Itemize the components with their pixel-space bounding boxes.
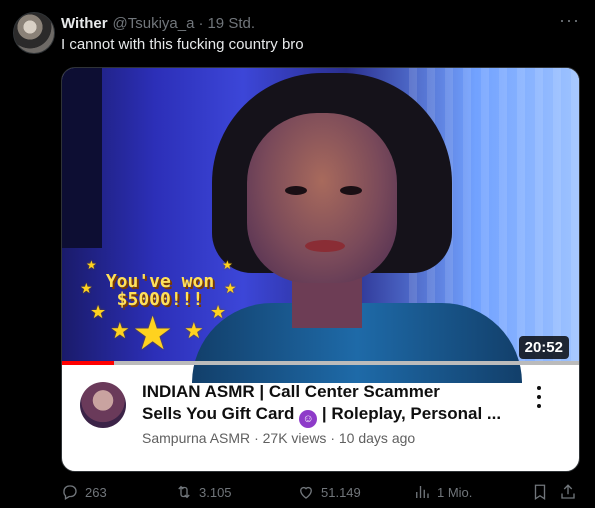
reply-icon [63, 485, 77, 500]
bookmark-button[interactable] [531, 483, 549, 501]
reply-count: 263 [85, 484, 107, 500]
meta-separator: · [254, 430, 259, 446]
tweet-text: I cannot with this fucking country bro [61, 36, 304, 53]
display-name[interactable]: Wither [61, 15, 108, 32]
like-button[interactable]: 51.149 [297, 483, 361, 501]
star-icon: ★ [80, 280, 93, 296]
thumbnail-lips [305, 240, 345, 252]
tweet-time[interactable]: 19 Std. [207, 15, 255, 32]
star-icon: ★ [110, 318, 130, 343]
repost-icon [178, 485, 190, 499]
video-duration: 20:52 [518, 336, 569, 359]
tweet-actions: 263 3.105 51.149 1 Mio. [61, 483, 581, 503]
views-bar-icon [416, 486, 429, 498]
upload-age: 10 days ago [338, 430, 416, 446]
star-icon: ★ [86, 258, 97, 272]
star-icon: ★ [224, 280, 237, 296]
separator-dot: · [198, 14, 204, 32]
thumbnail-text: You've won $5000!!! [105, 271, 215, 310]
bookmark-icon [534, 484, 546, 501]
repost-button[interactable]: 3.105 [175, 483, 232, 501]
youtube-card[interactable]: ★ ★ ★ ★ You've won $5000!!! ★ ★ ★ ★ ★ 20… [61, 67, 580, 472]
video-title-line-1: INDIAN ASMR | Call Center Scammer [142, 382, 440, 401]
meta-separator: · [330, 430, 335, 446]
thumbnail-face [247, 113, 397, 283]
user-handle[interactable]: @Tsukiya_a [113, 15, 195, 32]
reply-button[interactable]: 263 [61, 483, 107, 501]
star-icon: ★ [132, 307, 174, 359]
thumbnail-eye-right [340, 186, 362, 195]
video-meta: Sampurna ASMR · 27K views · 10 days ago [142, 430, 415, 446]
user-avatar[interactable] [13, 12, 55, 54]
heart-icon [300, 486, 312, 499]
views-button[interactable]: 1 Mio. [413, 483, 472, 501]
share-button[interactable] [559, 483, 577, 501]
thumbnail-frame [62, 68, 102, 248]
star-icon: ★ [90, 302, 107, 322]
star-icon: ★ [184, 318, 204, 343]
video-title-line-2: Sells You Gift Card ☺ | Roleplay, Person… [142, 403, 534, 428]
star-icon: ★ [222, 258, 233, 272]
view-count: 27K views [262, 430, 327, 446]
star-icon: ★ [210, 302, 227, 322]
devil-emoji-icon: ☺ [299, 410, 318, 428]
video-menu-button[interactable] [534, 386, 544, 408]
tweet-header: Wither @Tsukiya_a · 19 Std. [61, 13, 575, 33]
views-count: 1 Mio. [437, 484, 473, 500]
video-thumbnail[interactable]: ★ ★ ★ ★ You've won $5000!!! ★ ★ ★ ★ ★ 20… [62, 68, 579, 383]
channel-name[interactable]: Sampurna ASMR [142, 430, 250, 446]
share-icon [561, 484, 575, 499]
channel-avatar[interactable] [80, 382, 126, 428]
progress-fill [62, 361, 114, 365]
video-title-part: | Roleplay, Personal ... [321, 404, 502, 423]
thumbnail-eye-left [285, 186, 307, 195]
more-options-button[interactable]: ··· [559, 10, 580, 31]
video-title-part: Sells You Gift Card [142, 404, 295, 423]
like-count: 51.149 [321, 484, 361, 500]
repost-count: 3.105 [199, 484, 232, 500]
progress-track [62, 361, 579, 365]
video-title[interactable]: INDIAN ASMR | Call Center Scammer Sells … [142, 381, 534, 428]
